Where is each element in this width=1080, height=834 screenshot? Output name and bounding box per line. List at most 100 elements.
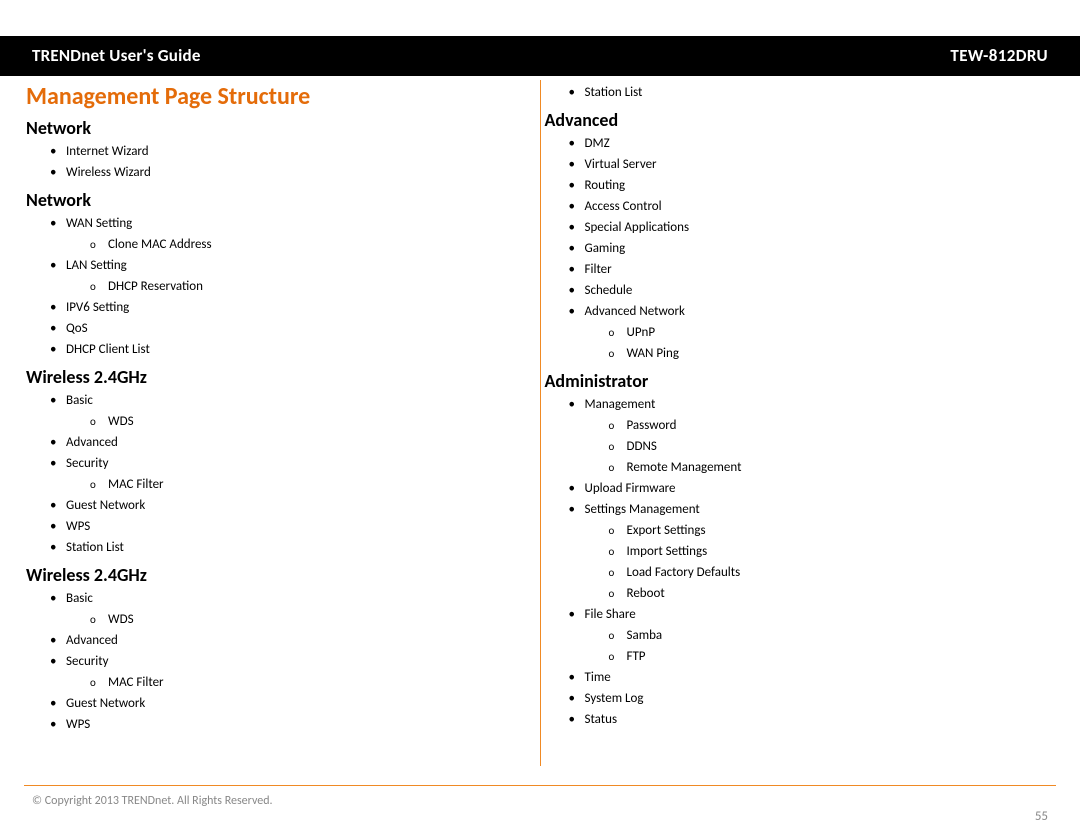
sub-list-item: WDS [108,609,530,630]
list-item-label: Station List [585,85,643,100]
sub-list: Samba FTP [585,625,1049,667]
bullet-list: Basic WDS Advanced SecurityMAC Filter Guest … [26,390,530,558]
sub-list: MAC Filter [66,672,530,693]
sub-list-item: Remote Management [627,457,1049,478]
list-item: Upload Firmware [585,478,1049,499]
list-item-label: Status [585,712,618,727]
sub-list-item: DDNS [627,436,1049,457]
list-item-label: Virtual Server [585,157,657,172]
sub-list: WDS [66,411,530,432]
list-item: SecurityMAC Filter [66,453,530,495]
list-item: Routing [585,175,1049,196]
header-bar: TRENDnet User's Guide TEW-812DRU [22,38,1058,72]
sub-list-item-label: Import Settings [627,544,708,559]
sub-list-item: Load Factory Defaults [627,562,1049,583]
list-item-label: WPS [66,519,90,534]
list-item: System Log [585,688,1049,709]
section-title: Network [26,189,530,211]
list-item-label: Advanced [66,633,118,648]
list-item-label: Guest Network [66,696,145,711]
sub-list-item: Password [627,415,1049,436]
list-item: Station List [585,82,1049,103]
bullet-list: ManagementPasswordDDNSRemote ManagementU… [545,394,1049,730]
list-item-label: Security [66,654,109,669]
bullet-list: DMZ Virtual Server Routing Access Control Sp… [545,133,1049,364]
section-title: Wireless 2.4GHz [26,564,530,586]
list-item: ManagementPasswordDDNSRemote Management [585,394,1049,478]
page-number: 55 [1035,809,1048,824]
list-item: Filter [585,259,1049,280]
list-item: LAN Setting DHCP Reservation [66,255,530,297]
sub-list-item: MAC Filter [108,474,530,495]
list-item: Advanced [66,630,530,651]
sub-list-item: Clone MAC Address [108,234,530,255]
list-item-label: Guest Network [66,498,145,513]
list-item: WPS [66,714,530,735]
list-item: File Share Samba FTP [585,604,1049,667]
sub-list-item-label: Reboot [627,586,665,601]
sub-list-item-label: MAC Filter [108,675,164,690]
guide-title: TRENDnet User's Guide [32,45,201,66]
list-item-label: DMZ [585,136,610,151]
list-item-label: File Share [585,607,636,622]
bullet-list: Station List [545,82,1049,103]
sub-list: Export Settings Import Settings Load Facto… [585,520,1049,604]
list-item-label: Upload Firmware [585,481,676,496]
sub-list-item: Samba [627,625,1049,646]
list-item: Settings Management Export Settings Import… [585,499,1049,604]
list-item-label: Special Applications [585,220,690,235]
model-number: TEW-812DRU [950,45,1048,66]
sub-list-item-label: Remote Management [627,460,742,475]
list-item: Basic WDS [66,390,530,432]
list-item-label: Basic [66,393,93,408]
sub-list-item: MAC Filter [108,672,530,693]
sub-list-item: UPnP [627,322,1049,343]
bullet-list: Internet Wizard Wireless Wizard [26,141,530,183]
section-title: Administrator [545,370,1049,392]
list-item: Special Applications [585,217,1049,238]
list-item-label: LAN Setting [66,258,127,273]
list-item-label: WPS [66,717,90,732]
list-item-label: Advanced Network [585,304,685,319]
footer-rule [24,785,1056,786]
sub-list-item-label: Load Factory Defaults [627,565,741,580]
sub-list-item-label: DDNS [627,439,657,454]
content-area: Management Page Structure Network Interne… [22,72,1058,772]
list-item-label: Access Control [585,199,662,214]
list-item: Access Control [585,196,1049,217]
list-item-label: Advanced [66,435,118,450]
sub-list-item: WAN Ping [627,343,1049,364]
list-item-label: Station List [66,540,124,555]
list-item-label: IPV6 Setting [66,300,129,315]
list-item: IPV6 Setting [66,297,530,318]
list-item-label: Time [585,670,611,685]
list-item: Status [585,709,1049,730]
list-item: Internet Wizard [66,141,530,162]
list-item: Time [585,667,1049,688]
list-item-label: Wireless Wizard [66,165,151,180]
list-item: BasicWDS [66,588,530,630]
sub-list-item-label: Password [627,418,677,433]
list-item: Virtual Server [585,154,1049,175]
page-title: Management Page Structure [26,82,530,111]
sub-list-item: FTP [627,646,1049,667]
sub-list-item-label: Export Settings [627,523,706,538]
list-item-label: QoS [66,321,88,336]
section-title: Wireless 2.4GHz [26,366,530,388]
list-item-label: Settings Management [585,502,700,517]
sub-list-item: DHCP Reservation [108,276,530,297]
list-item: QoS [66,318,530,339]
list-item-label: Gaming [585,241,626,256]
list-item: Station List [66,537,530,558]
sub-list: DHCP Reservation [66,276,530,297]
sub-list-item-label: UPnP [627,325,656,340]
section-title: Advanced [545,109,1049,131]
list-item: WPS [66,516,530,537]
copyright: © Copyright 2013 TRENDnet. All Rights Re… [32,794,273,808]
sub-list-item-label: FTP [627,649,646,664]
list-item-label: Internet Wizard [66,144,149,159]
list-item: DMZ [585,133,1049,154]
sub-list: UPnP WAN Ping [585,322,1049,364]
list-item: DHCP Client List [66,339,530,360]
sub-list: MAC Filter [66,474,530,495]
